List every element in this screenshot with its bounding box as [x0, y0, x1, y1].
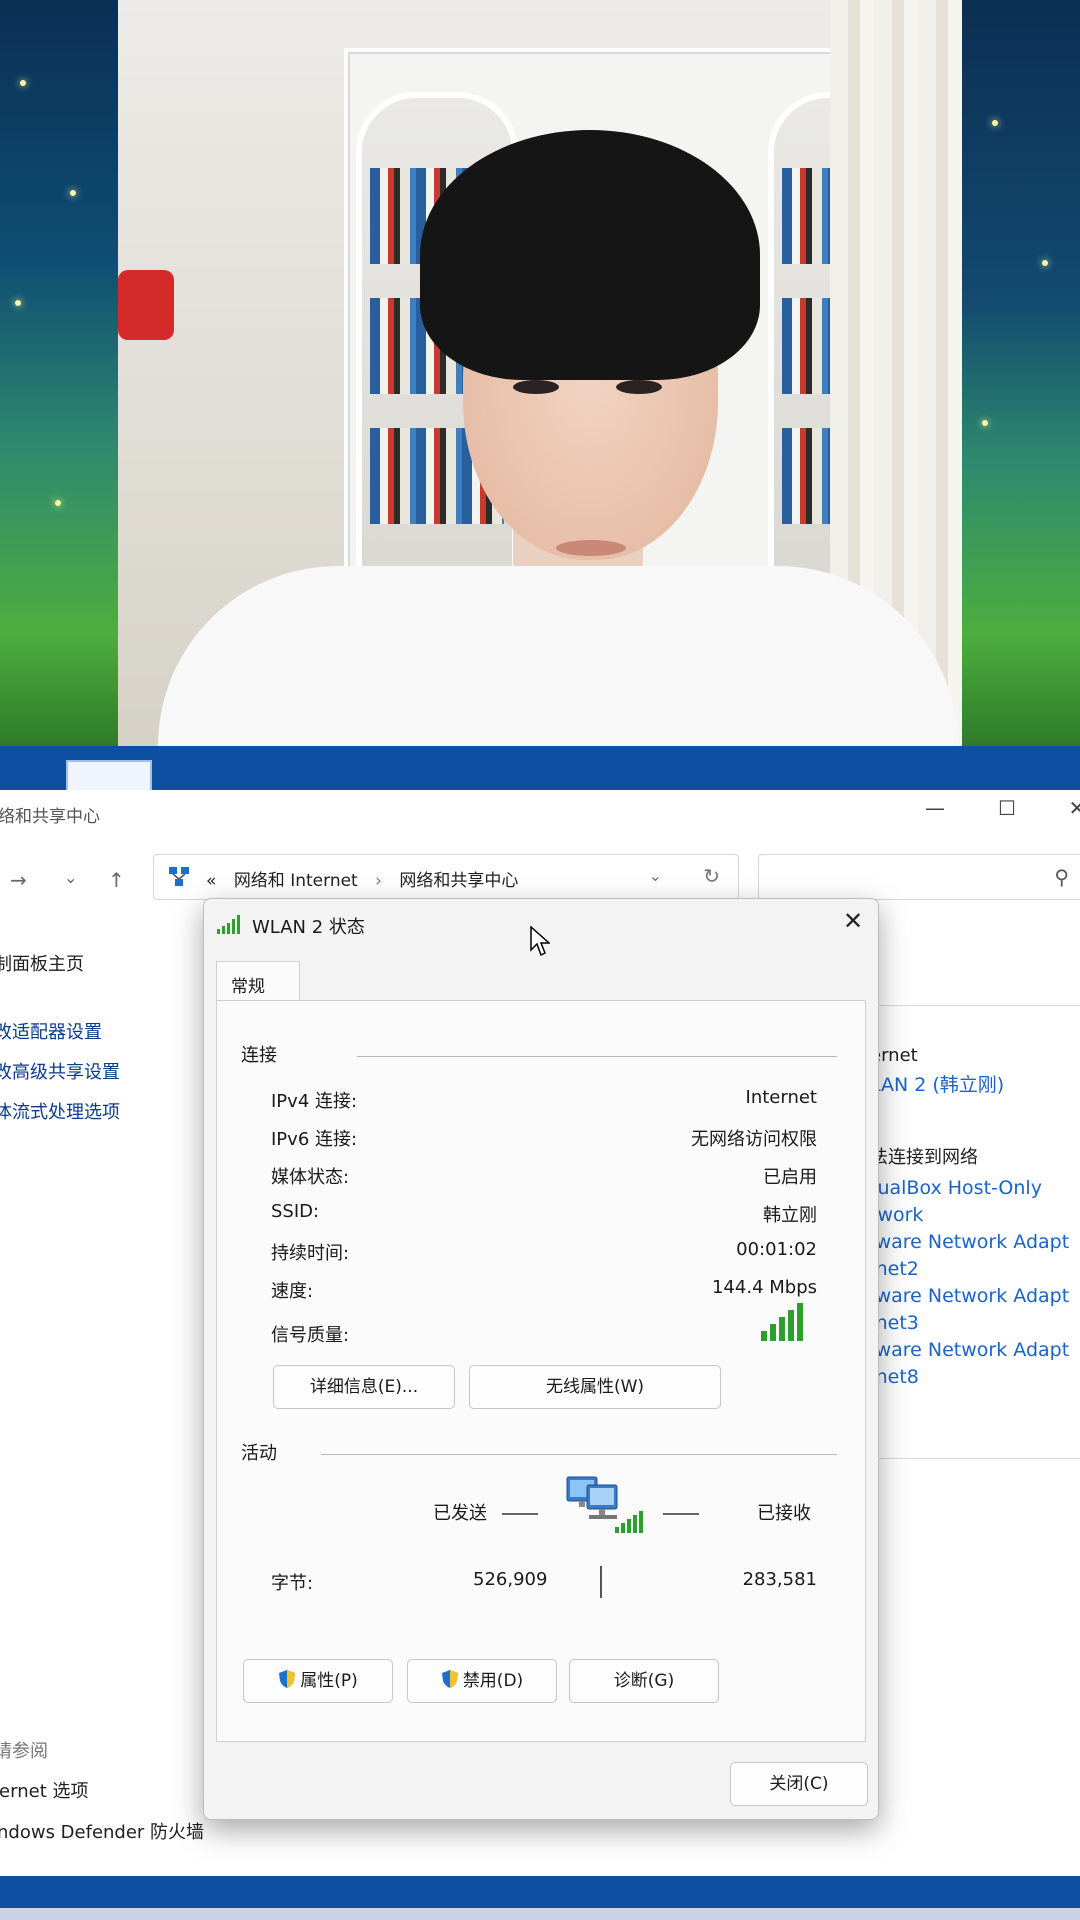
breadcrumb-chevron[interactable]: «	[206, 871, 216, 891]
mouse-cursor-icon	[530, 926, 550, 957]
duration-label: 持续时间:	[271, 1243, 350, 1264]
adapter-link[interactable]: Inet2	[870, 1256, 1080, 1283]
details-button[interactable]: 详细信息(E)...	[273, 1365, 455, 1409]
properties-button[interactable]: 属性(P)	[243, 1659, 393, 1703]
media-streaming-link[interactable]: 体流式处理选项	[0, 1098, 120, 1138]
tab-label: 常规	[231, 977, 265, 997]
ipv4-value: Internet	[745, 1087, 817, 1108]
ssid-value: 韩立刚	[763, 1205, 817, 1226]
address-row: → ⌄ ↑ « 网络和 Internet › 网络和共享中心 ⌄ ↻ ⚲	[0, 854, 1080, 900]
bytes-received-value: 283,581	[742, 1569, 817, 1590]
duration-value: 00:01:02	[736, 1239, 817, 1260]
see-also-links: ternet 选项 indows Defender 防火墙	[0, 1777, 204, 1859]
taskbar-bottom	[0, 1876, 1080, 1920]
close-window-button[interactable]: ✕	[1062, 796, 1080, 820]
change-sharing-settings-link[interactable]: 改高级共享设置	[0, 1058, 120, 1098]
window-thumbnail[interactable]	[66, 760, 152, 794]
not-connected-title: 法连接到网络	[870, 1147, 978, 1168]
breadcrumb-separator: ›	[375, 871, 382, 891]
search-input[interactable]: ⚲	[758, 854, 1080, 900]
background-left	[0, 0, 118, 746]
wlan-status-dialog: WLAN 2 状态 ✕ 常规 连接 IPv4 连接: Internet IPv6…	[203, 898, 879, 1820]
address-bar[interactable]: « 网络和 Internet › 网络和共享中心 ⌄ ↻	[153, 854, 739, 900]
address-dropdown-icon[interactable]: ⌄	[649, 866, 662, 885]
close-button[interactable]: 关闭(C)	[730, 1762, 868, 1806]
adapter-link[interactable]: Inet8	[870, 1364, 1080, 1391]
firewall-link[interactable]: indows Defender 防火墙	[0, 1818, 204, 1859]
bytes-label: 字节:	[271, 1573, 314, 1594]
breadcrumb-sharing-center[interactable]: 网络和共享中心	[399, 871, 518, 891]
signal-quality-icon	[761, 1303, 803, 1341]
signal-quality-label: 信号质量:	[271, 1325, 350, 1346]
signal-bar	[779, 1317, 785, 1341]
ipv4-label: IPv4 连接:	[271, 1091, 358, 1112]
disable-label: 禁用(D)	[462, 1671, 524, 1691]
signal-bar	[788, 1310, 794, 1341]
minimize-button[interactable]: —	[920, 796, 950, 820]
speed-label: 速度:	[271, 1281, 314, 1302]
received-label: 已接收	[757, 1503, 811, 1524]
diagnose-button[interactable]: 诊断(G)	[569, 1659, 719, 1703]
background-right	[962, 0, 1080, 746]
signal-bar	[761, 1331, 767, 1341]
see-also-heading: 请参阅	[0, 1741, 48, 1762]
speed-value: 144.4 Mbps	[711, 1277, 817, 1298]
divider	[870, 1005, 1080, 1006]
divider	[870, 1458, 1080, 1459]
adapter-link[interactable]: Iware Network Adapt	[870, 1337, 1080, 1364]
left-nav: 制面板主页 改适配器设置 改高级共享设置 体流式处理选项	[0, 950, 120, 1138]
activity-group-label: 活动	[241, 1443, 277, 1464]
title-bar: 络和共享中心 — ☐ ✕	[0, 790, 1080, 834]
sent-label: 已发送	[433, 1503, 487, 1524]
general-panel: 连接 IPv4 连接: Internet IPv6 连接: 无网络访问权限 媒体…	[216, 1000, 866, 1742]
adapter-link[interactable]: tualBox Host-Only	[870, 1175, 1080, 1202]
history-dropdown[interactable]: ⌄	[64, 868, 77, 887]
search-icon[interactable]: ⚲	[1054, 865, 1069, 889]
ipv6-label: IPv6 连接:	[271, 1129, 358, 1150]
change-adapter-settings-link[interactable]: 改适配器设置	[0, 1018, 120, 1058]
signal-bar	[797, 1303, 803, 1341]
wireless-properties-button[interactable]: 无线属性(W)	[469, 1365, 721, 1409]
disable-button[interactable]: 禁用(D)	[407, 1659, 557, 1703]
window-title: 络和共享中心	[0, 807, 100, 827]
internet-options-link[interactable]: ternet 选项	[0, 1777, 204, 1818]
wlan-connection-link[interactable]: LAN 2 (韩立刚)	[870, 1072, 1080, 1099]
dialog-title: WLAN 2 状态	[252, 917, 365, 938]
adapter-link[interactable]: Iware Network Adapt	[870, 1283, 1080, 1310]
presenter	[158, 130, 958, 746]
properties-label: 属性(P)	[300, 1671, 358, 1691]
control-panel-home-link[interactable]: 制面板主页	[0, 950, 120, 990]
bytes-sent-value: 526,909	[473, 1569, 548, 1590]
uac-shield-icon	[279, 1670, 296, 1688]
ipv6-value: 无网络访问权限	[691, 1129, 817, 1150]
breadcrumb-network-internet[interactable]: 网络和 Internet	[234, 871, 358, 891]
refresh-icon[interactable]: ↻	[703, 864, 720, 888]
adapter-link[interactable]: Inet3	[870, 1310, 1080, 1337]
maximize-button[interactable]: ☐	[992, 796, 1022, 820]
wifi-signal-icon	[217, 915, 240, 934]
tab-general[interactable]: 常规	[216, 961, 300, 1002]
network-activity-icon	[566, 1476, 643, 1533]
connections-panel: ernet LAN 2 (韩立刚) 法连接到网络 tualBox Host-On…	[870, 1045, 1080, 1391]
connection-group-label: 连接	[241, 1045, 277, 1066]
video-frame	[0, 0, 1080, 746]
uac-shield-icon	[441, 1670, 458, 1688]
forward-button[interactable]: →	[10, 868, 27, 892]
close-icon[interactable]: ✕	[838, 907, 868, 935]
adapter-link[interactable]: Iware Network Adapt	[870, 1229, 1080, 1256]
adapter-link[interactable]: twork	[870, 1202, 1080, 1229]
access-type: ernet	[870, 1045, 918, 1066]
ssid-label: SSID:	[271, 1201, 320, 1222]
media-state-value: 已启用	[763, 1167, 817, 1188]
breadcrumb: « 网络和 Internet › 网络和共享中心	[206, 866, 530, 891]
media-state-label: 媒体状态:	[271, 1167, 350, 1188]
taskbar	[0, 746, 1080, 790]
up-button[interactable]: ↑	[108, 868, 125, 892]
signal-bar	[770, 1324, 776, 1341]
network-icon	[169, 867, 189, 886]
